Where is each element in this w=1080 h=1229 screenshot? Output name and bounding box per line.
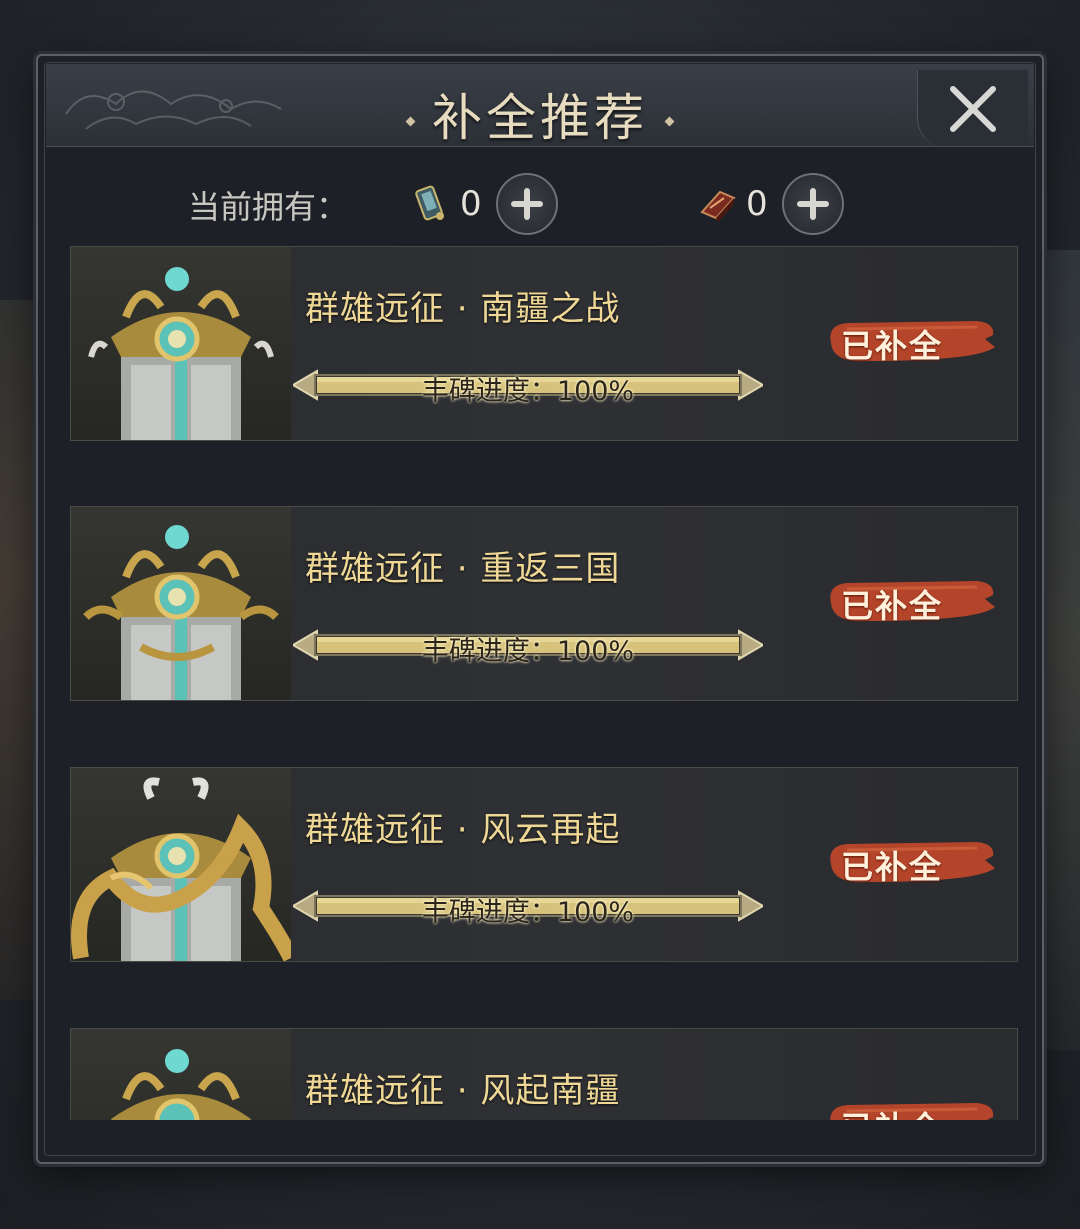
monument-icon	[111, 1049, 251, 1120]
monument-progress-bar: 丰碑进度：100%	[293, 627, 763, 667]
owned-resources-row: 当前拥有： 0 0	[38, 166, 1042, 238]
card-title: 群雄远征 · 风起南疆	[305, 1071, 621, 1111]
resource-2-count: 0	[746, 184, 768, 224]
owned-label: 当前拥有：	[188, 188, 349, 226]
card-title: 群雄远征 · 重返三国	[305, 549, 621, 589]
monument-progress-bar: 丰碑进度：100%	[293, 888, 763, 928]
status-badge: 已补全	[827, 577, 997, 627]
scroll-item-icon	[415, 185, 444, 221]
dialog-title-text: 补全推荐	[432, 89, 648, 147]
status-badge: 已补全	[827, 1099, 997, 1120]
title-dot-left	[405, 116, 416, 127]
close-button[interactable]	[917, 70, 1028, 146]
plus-icon	[510, 188, 543, 220]
status-badge-text: 已补全	[841, 327, 944, 365]
progress-label: 丰碑进度：100%	[421, 897, 635, 928]
status-badge: 已补全	[827, 838, 997, 888]
status-badge: 已补全	[827, 317, 997, 367]
close-icon	[950, 86, 996, 132]
monument-thumbnail	[71, 768, 291, 961]
monument-card[interactable]: 群雄远征 · 风云再起 丰碑进度：100% 已补全	[70, 767, 1018, 962]
progress-label: 丰碑进度：100%	[421, 636, 635, 667]
dialog-header: 补全推荐	[46, 64, 1034, 147]
resource-1: 0	[410, 172, 558, 236]
title-dot-right	[664, 116, 675, 127]
progress-label: 丰碑进度：100%	[421, 376, 635, 407]
monument-thumbnail	[71, 247, 291, 440]
brick-item-icon	[700, 190, 736, 222]
dragon-monument-icon	[71, 777, 291, 961]
status-badge-text: 已补全	[841, 848, 944, 886]
monument-icon	[83, 525, 279, 700]
status-badge-text: 已补全	[841, 1103, 943, 1120]
monument-card[interactable]: 群雄远征 · 重返三国 丰碑进度：100% 已补全	[70, 506, 1018, 701]
monument-icon	[88, 267, 274, 440]
monument-thumbnail	[71, 507, 291, 700]
monument-thumbnail	[71, 1029, 291, 1120]
status-badge-text: 已补全	[841, 587, 944, 625]
plus-icon	[796, 188, 829, 220]
add-resource-1-button[interactable]	[495, 173, 558, 235]
recommend-list[interactable]: 群雄远征 · 南疆之战 丰碑进度：100% 已补全 群雄远征 · 重返三国 丰碑…	[70, 246, 1018, 1120]
monument-progress-bar: 丰碑进度：100%	[293, 367, 763, 407]
monument-card[interactable]: 群雄远征 · 南疆之战 丰碑进度：100% 已补全	[70, 246, 1018, 441]
resource-2: 0	[696, 172, 844, 236]
resource-1-count: 0	[460, 184, 482, 224]
add-resource-2-button[interactable]	[781, 173, 844, 235]
recommend-dialog: 补全推荐 当前拥有： 0 0 群雄远征 · 南疆之战 丰碑进度：100% 已补全…	[36, 54, 1044, 1164]
monument-card[interactable]: 群雄远征 · 风起南疆 已补全	[70, 1028, 1018, 1120]
dialog-title: 补全推荐	[46, 78, 1034, 147]
card-title: 群雄远征 · 南疆之战	[305, 289, 621, 329]
card-title: 群雄远征 · 风云再起	[305, 810, 621, 850]
